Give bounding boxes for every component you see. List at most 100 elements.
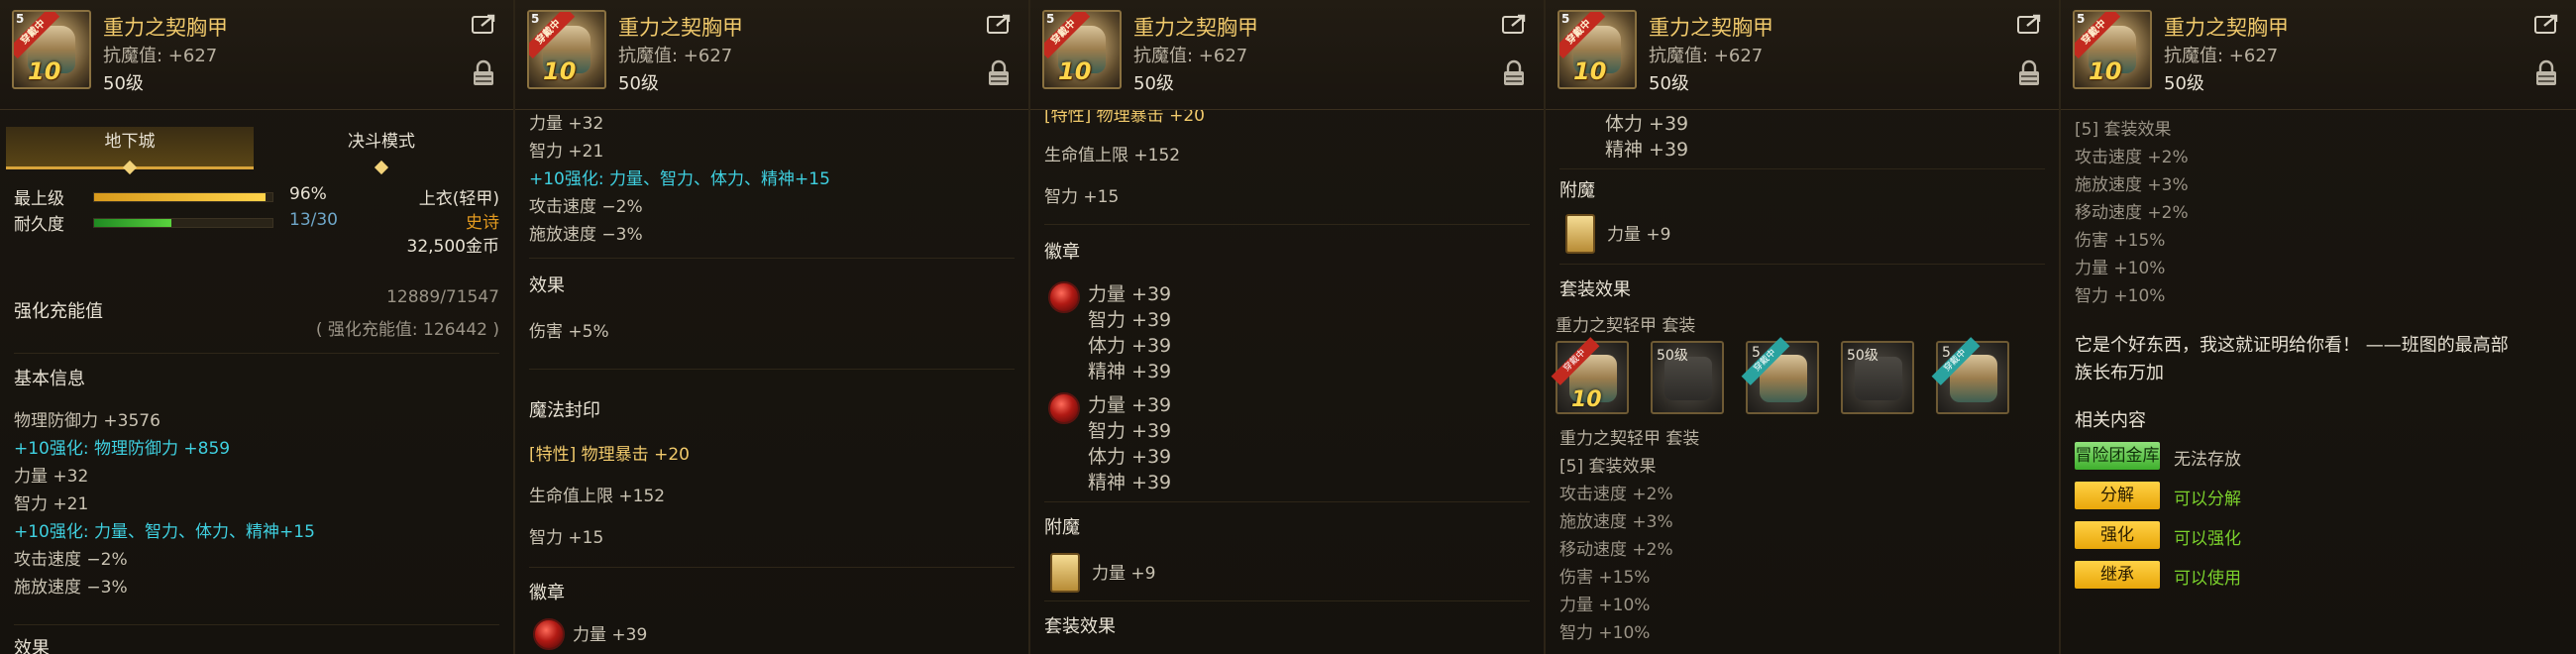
enchant-line: 力量 +9 [1607, 225, 1671, 245]
item-header: 5 穿戴中 10 重力之契胸甲 抗魔值: +627 50级 [0, 0, 513, 110]
related-button[interactable]: 分解 [2075, 482, 2160, 509]
share-icon[interactable] [2534, 14, 2560, 34]
share-icon[interactable] [1502, 14, 1528, 34]
basic-info-title: 基本信息 [14, 369, 85, 389]
set-slot[interactable]: 穿戴中 10 [1551, 337, 1629, 414]
seal-line: 生命值上限 +152 [1044, 146, 1181, 165]
set-effect-header: [5] 套装效果 [2075, 120, 2172, 140]
related-status: 可以强化 [2174, 529, 2241, 549]
emblem-line: 精神 +39 [1605, 139, 1689, 161]
set-slot[interactable]: 5 穿戴中 [1931, 337, 2009, 414]
lock-icon[interactable] [987, 59, 1011, 87]
set-effect-title: 套装效果 [1559, 279, 1631, 300]
flavor-text: 它是个好东西，我这就证明给你看！ ——班图的最高部 [2075, 335, 2509, 356]
basic-info-line: 物理防御力 +3576 [14, 411, 161, 431]
tooltip-body[interactable]: 体力 +39 精神 +39 附魔 力量 +9 套装效果 重力之契轻甲 套装 穿戴中 10 50级… [1546, 109, 2059, 654]
emblem-line: 体力 +39 [1088, 335, 1172, 357]
related-button[interactable]: 继承 [2075, 561, 2160, 589]
item-tier-label: 5 [1561, 12, 1570, 26]
set-slot[interactable]: 5 穿戴中 [1741, 337, 1819, 414]
mode-tabs: 地下城 决斗模式 [6, 127, 509, 175]
lock-icon[interactable] [1502, 59, 1526, 87]
enhance-level: 10 [28, 57, 61, 85]
divider [529, 258, 1015, 259]
tooltip-panel-3: 5 穿戴中 10 重力之契胸甲 抗魔值: +627 50级 [特性] 物理暴击 … [1030, 0, 1546, 654]
tooltip-panel-2: 5 穿戴中 10 重力之契胸甲 抗魔值: +627 50级 力量 +32 智力 +… [515, 0, 1030, 654]
slot-label: 50级 [1657, 348, 1688, 364]
tooltip-strip: 5 穿戴中 10 重力之契胸甲 抗魔值: +627 50级 地下城 决斗模式 最上级… [0, 0, 2576, 654]
set-effect-line: 伤害 +15% [1559, 568, 1651, 588]
set-effect-line: 施放速度 +3% [1559, 512, 1673, 532]
emblem-line: 体力 +39 [1088, 446, 1172, 468]
item-icon[interactable]: 5 穿戴中 10 [1557, 10, 1637, 89]
tab-label: 地下城 [104, 132, 156, 152]
related-button[interactable]: 强化 [2075, 521, 2160, 549]
divider [529, 369, 1015, 370]
share-icon[interactable] [2017, 14, 2043, 34]
lock-icon[interactable] [2534, 59, 2558, 87]
seal-title: 魔法封印 [529, 400, 600, 421]
set-effect-line: 力量 +10% [2075, 259, 2166, 278]
divider [1559, 168, 2045, 169]
item-magic-resist: 抗魔值: +627 [618, 46, 733, 66]
set-name: 重力之契轻甲 套装 [1556, 316, 1696, 336]
item-icon[interactable]: 5 穿戴中 10 [12, 10, 91, 89]
divider [1044, 224, 1530, 225]
item-level: 50级 [103, 73, 144, 94]
tab-diamond-icon [122, 160, 138, 175]
item-tier-label: 5 [2077, 12, 2086, 26]
item-name: 重力之契胸甲 [618, 16, 743, 40]
enhance-level: 10 [2089, 57, 2122, 85]
item-tier-label: 5 [16, 12, 25, 26]
set-effect-line: 智力 +10% [2075, 286, 2166, 306]
enchant-line: 力量 +9 [1092, 564, 1156, 584]
enchant-title: 附魔 [1044, 517, 1080, 538]
related-status: 可以使用 [2174, 569, 2241, 589]
basic-info-line: +10强化: 力量、智力、体力、精神+15 [14, 522, 315, 542]
effect-title: 效果 [14, 638, 50, 654]
lock-icon[interactable] [2017, 59, 2041, 87]
item-header: 5 穿戴中 10 重力之契胸甲 抗魔值: +627 50级 [1546, 0, 2059, 110]
item-icon[interactable]: 5 穿戴中 10 [1042, 10, 1122, 89]
set-effect-line: 智力 +10% [1559, 623, 1651, 643]
item-name: 重力之契胸甲 [2164, 16, 2289, 40]
set-name: 重力之契轻甲 套装 [1559, 429, 1700, 449]
tooltip-panel-4: 5 穿戴中 10 重力之契胸甲 抗魔值: +627 50级 体力 +39 精神 +… [1546, 0, 2061, 654]
tooltip-body[interactable]: [5] 套装效果 攻击速度 +2% 施放速度 +3% 移动速度 +2% 伤害 +15% 力… [2061, 109, 2576, 654]
lock-icon[interactable] [472, 59, 495, 87]
seal-line: 生命值上限 +152 [529, 487, 666, 506]
set-slot[interactable]: 50级 [1841, 341, 1914, 414]
item-header: 5 穿戴中 10 重力之契胸甲 抗魔值: +627 50级 [1030, 0, 1544, 110]
item-tier-label: 5 [531, 12, 540, 26]
share-icon[interactable] [472, 14, 497, 34]
item-header: 5 穿戴中 10 重力之契胸甲 抗魔值: +627 50级 [515, 0, 1028, 110]
top-grade-fill [94, 193, 266, 201]
set-effect-line: 移动速度 +2% [1559, 540, 1673, 560]
item-name: 重力之契胸甲 [103, 16, 228, 40]
item-icon[interactable]: 5 穿戴中 10 [527, 10, 606, 89]
tab-dungeon[interactable]: 地下城 [6, 127, 254, 175]
tooltip-body[interactable]: 地下城 决斗模式 最上级 96% 耐久度 13/30 上衣(轻甲) 史诗 32,500金币 强化充… [0, 109, 513, 654]
rarity-label: 史诗 [466, 213, 499, 233]
related-button[interactable]: 冒险团金库 [2075, 442, 2160, 470]
basic-info-line: +10强化: 物理防御力 +859 [14, 439, 231, 459]
item-level: 50级 [618, 73, 659, 94]
emblem-title: 徽章 [1044, 242, 1080, 263]
charge-title: 强化充能值 [14, 301, 103, 322]
seal-line: [特性] 物理暴击 +20 [1044, 109, 1205, 126]
related-title: 相关内容 [2075, 410, 2146, 431]
item-icon[interactable]: 5 穿戴中 10 [2073, 10, 2152, 89]
emblem-line: 智力 +39 [1088, 309, 1172, 331]
enchant-card-icon [1565, 214, 1595, 254]
enhance-level: 10 [1573, 57, 1607, 85]
tab-duel[interactable]: 决斗模式 [258, 127, 505, 175]
set-slot[interactable]: 50级 [1651, 341, 1724, 414]
item-level: 50级 [1649, 73, 1689, 94]
tooltip-body[interactable]: 力量 +32 智力 +21 +10强化: 力量、智力、体力、精神+15 攻击速度 −2… [515, 109, 1028, 654]
tooltip-body[interactable]: [特性] 物理暴击 +20 生命值上限 +152 智力 +15 徽章 力量 +39 智力 … [1030, 109, 1544, 654]
enhance-level: 10 [543, 57, 577, 85]
item-name: 重力之契胸甲 [1133, 16, 1258, 40]
effect-title: 效果 [529, 275, 565, 296]
emblem-line: 体力 +39 [1605, 113, 1689, 135]
share-icon[interactable] [987, 14, 1013, 34]
